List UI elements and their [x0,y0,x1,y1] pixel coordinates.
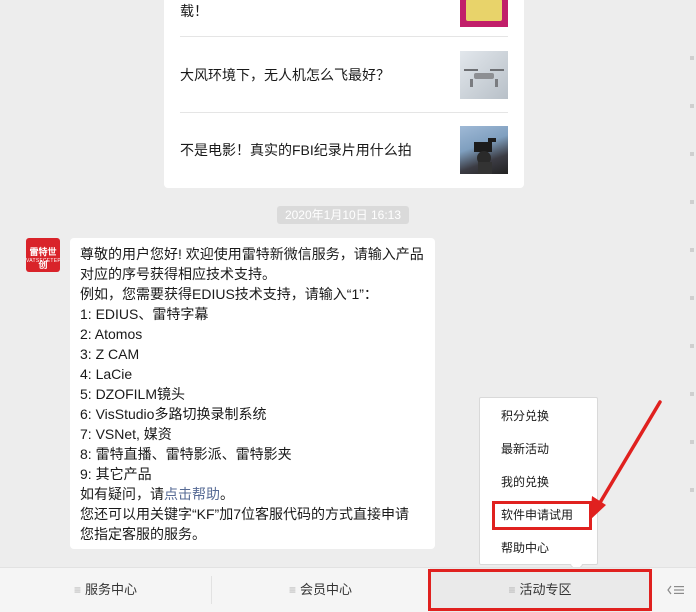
article-card: 载！ 大风环境下，无人机怎么飞最好？ 不是电影！真实的FBI纪录片用什么拍 [164,0,524,188]
message-timestamp: 2020年1月10日 16:13 [277,206,409,224]
annotation-highlight-box [492,501,592,530]
message-line: 例如，您需要获得EDIUS技术支持，请输入“1”： [80,286,378,302]
message-line: 4: LaCie [80,366,133,382]
help-suffix: 。 [220,486,234,502]
drone-thumbnail [460,51,508,99]
article-title: 大风环境下，无人机怎么飞最好？ [180,67,390,83]
article-row[interactable]: 不是电影！真实的FBI纪录片用什么拍 [180,126,508,174]
avatar-subtitle: VATSFCETEP [26,258,60,264]
scroll-tick [690,104,694,108]
menu-lines-icon: ≡ [73,583,81,597]
menu-item-label: 会员中心 [300,582,353,597]
avatar[interactable]: 雷特世创 VATSFCETEP [26,238,60,272]
article-row[interactable]: 大风环境下，无人机怎么飞最好？ [180,51,508,99]
scroll-tick [690,248,694,252]
menu-item-member-center[interactable]: ≡ 会员中心 [212,568,429,612]
article-row[interactable]: 载！ [180,0,508,32]
message-line: 2: Atomos [80,326,143,342]
scroll-tick [690,200,694,204]
submenu-item-help-center[interactable]: 帮助中心 [480,532,597,565]
message-line: 您指定客服的服务。 [80,526,206,542]
menu-item-service-center[interactable]: ≡ 服务中心 [0,568,211,612]
message-line: 您还可以用关键字“KF”加7位客服代码的方式直接申请 [80,506,409,522]
message-text: 尊敬的用户您好! 欢迎使用雷特新微信服务，请输入产品 对应的序号获得相应技术支持… [80,244,432,544]
message-line: 对应的序号获得相应技术支持。 [80,266,276,282]
activity-submenu: 积分兑换 最新活动 我的兑换 软件申请试用 帮助中心 [479,397,598,565]
help-line: 如有疑问，请点击帮助。 [80,484,432,504]
message-line: 1: EDIUS、雷特字幕 [80,306,209,322]
help-link[interactable]: 点击帮助 [164,486,220,502]
submenu-item-latest-activity[interactable]: 最新活动 [480,433,597,466]
scroll-tick [690,440,694,444]
menu-lines-icon: ≡ [288,583,296,597]
message-line: 3: Z CAM [80,346,140,362]
scroll-tick [690,488,694,492]
article-title: 载！ [180,3,208,19]
scroll-tick [690,296,694,300]
promo-thumbnail [460,0,508,27]
scroll-tick [690,56,694,60]
message-line: 7: VSNet, 媒资 [80,426,172,442]
submenu-item-my-exchange[interactable]: 我的兑换 [480,466,597,499]
article-title: 不是电影！真实的FBI纪录片用什么拍 [180,142,412,158]
message-line: 6: VisStudio多路切换录制系统 [80,406,267,422]
divider [180,36,508,37]
menu-item-label: 服务中心 [85,582,138,597]
annotation-active-box [428,569,652,611]
camera-operator-thumbnail [460,126,508,174]
scroll-tick [690,392,694,396]
submenu-item-points-exchange[interactable]: 积分兑换 [480,400,597,433]
keyboard-toggle-icon[interactable] [655,567,696,611]
message-line: 5: DZOFILM镜头 [80,386,186,402]
message-bubble: 尊敬的用户您好! 欢迎使用雷特新微信服务，请输入产品 对应的序号获得相应技术支持… [70,238,435,549]
help-prefix: 如有疑问，请 [80,486,164,502]
message-line: 尊敬的用户您好! 欢迎使用雷特新微信服务，请输入产品 [80,246,424,262]
message-line: 9: 其它产品 [80,466,152,482]
scroll-tick [690,152,694,156]
scrollbar[interactable] [688,0,696,566]
scroll-tick [690,344,694,348]
divider [180,112,508,113]
message-line: 8: 雷特直播、雷特影派、雷特影夹 [80,446,292,462]
